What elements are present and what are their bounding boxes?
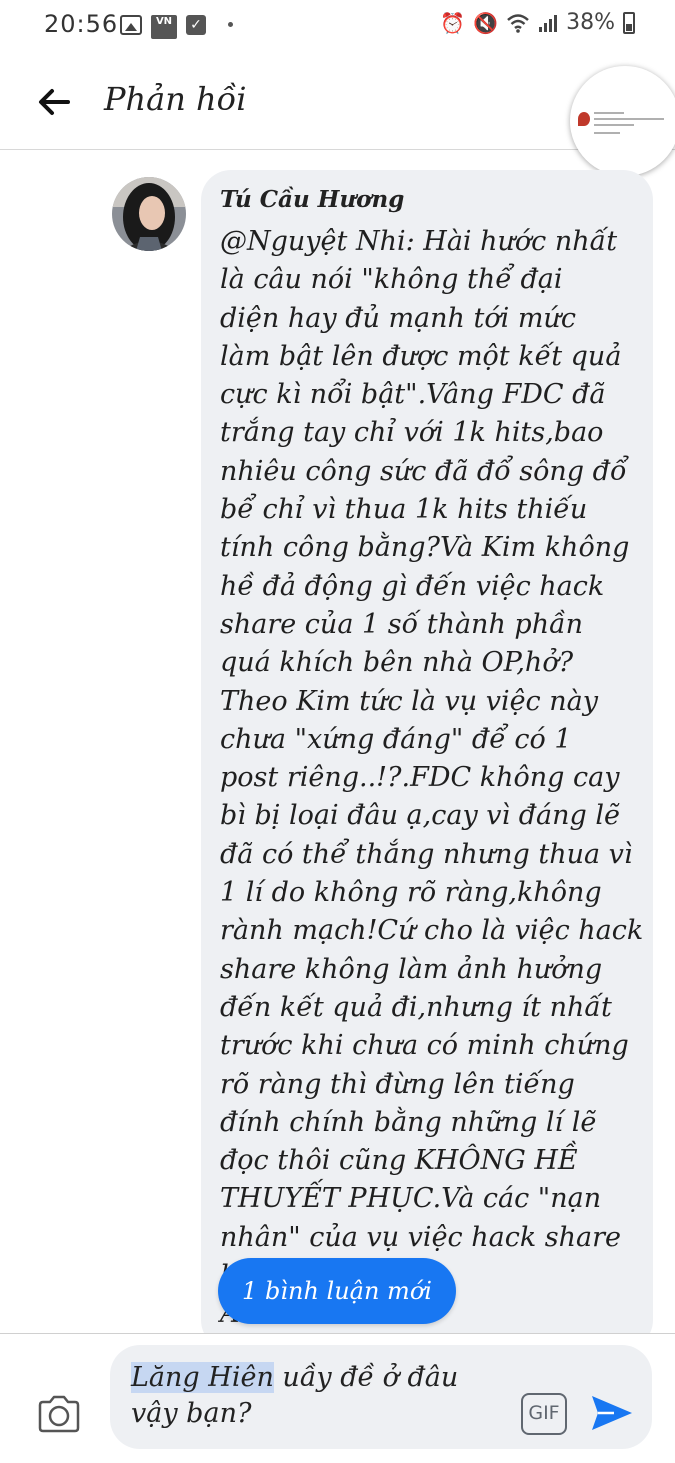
status-right-group: ⏰ 🔇 38% [440,10,635,35]
battery-percent: 38% [566,10,615,35]
reply-input-text[interactable]: Lăng Hiên uầy đề ở đâu vậy bạn? [131,1360,501,1432]
chat-head-thumbnail[interactable] [570,66,675,176]
alarm-icon: ⏰ [440,10,466,35]
mute-icon: 🔇 [473,10,499,35]
header-bar: Phản hồi [0,56,675,176]
status-time: 20:56 [44,10,119,38]
back-arrow-icon[interactable] [34,82,74,122]
comment-author[interactable]: Tú Cầu Hương [220,186,404,213]
wifi-icon [507,13,529,33]
camera-icon[interactable] [36,1393,82,1435]
comment-text: @Nguyệt Nhi: Hài hước nhất là câu nói "k… [220,226,644,1329]
signal-icon [539,14,558,32]
thumbnail-avatar-icon [578,112,590,126]
send-icon[interactable] [590,1393,634,1433]
mention-tag: Lăng Hiên [131,1362,274,1393]
check-icon: ✓ [186,15,206,35]
page-title: Phản hồi [104,80,247,118]
gif-button[interactable]: GIF [521,1393,567,1435]
vn-app-icon: VN [151,15,177,39]
battery-icon [623,11,635,34]
image-icon [120,15,142,35]
dot-icon [228,22,233,27]
avatar[interactable] [112,177,186,251]
status-bar: 20:56 VN ✓ ⏰ 🔇 38% [0,0,675,56]
new-comments-button[interactable]: 1 bình luận mới [218,1258,456,1324]
